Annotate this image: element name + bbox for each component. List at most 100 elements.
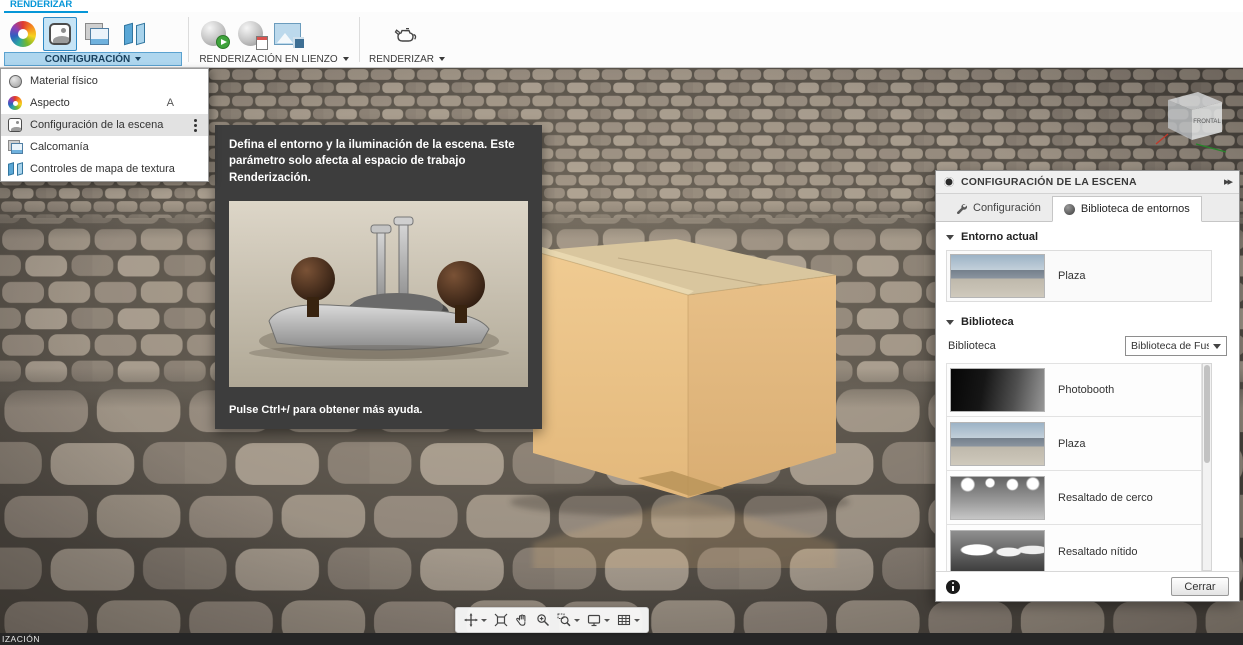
menu-item-configuracion-escena[interactable]: Configuración de la escena	[1, 114, 208, 136]
zoom-button[interactable]	[533, 609, 553, 631]
toolbar-divider	[359, 17, 360, 62]
capture-image-button[interactable]	[233, 17, 268, 51]
render-in-canvas-button[interactable]	[196, 17, 230, 51]
texture-map-icon	[123, 22, 145, 45]
section-entorno-actual[interactable]: Entorno actual	[936, 222, 1239, 248]
workspace-tab-bar: RENDERIZAR	[0, 0, 1243, 13]
tab-biblioteca-entornos[interactable]: Biblioteca de entornos	[1051, 196, 1202, 222]
panel-grip-icon	[944, 177, 954, 187]
collapse-arrow-icon	[946, 234, 954, 240]
orbit-button[interactable]	[461, 609, 490, 631]
panel-body: Entorno actual Plaza Biblioteca Bibliote…	[936, 222, 1239, 601]
current-environment-row[interactable]: Plaza	[946, 250, 1212, 302]
zoom-icon	[537, 614, 550, 627]
grid-icon	[617, 614, 631, 626]
expand-panel-icon[interactable]	[1224, 177, 1231, 188]
teapot-icon	[394, 27, 417, 42]
appearance-icon	[10, 20, 36, 47]
play-badge-icon	[215, 35, 230, 49]
environment-thumbnail	[950, 421, 1045, 466]
zoom-window-icon	[557, 613, 571, 627]
scene-settings-panel: CONFIGURACIÓN DE LA ESCENA Configuración…	[935, 170, 1240, 602]
bottom-panel-partial-label: IZACIÓN	[2, 634, 40, 644]
info-icon[interactable]	[946, 579, 960, 594]
chevron-down-icon	[439, 57, 445, 61]
grid-settings-button[interactable]	[614, 609, 643, 631]
decal-icon	[7, 140, 23, 154]
texture-map-controls-button[interactable]	[117, 17, 151, 51]
scene-settings-icon	[49, 22, 71, 45]
scrollbar-thumb[interactable]	[1204, 365, 1210, 463]
scene-settings-icon	[8, 118, 22, 132]
chevron-down-icon	[481, 618, 487, 622]
environment-item-photobooth[interactable]: Photobooth	[946, 363, 1202, 417]
toolbar-group-configuracion: CONFIGURACIÓN	[4, 12, 182, 67]
zoom-window-button[interactable]	[554, 609, 583, 631]
configuracion-group-label[interactable]: CONFIGURACIÓN	[4, 52, 182, 66]
menu-item-aspecto[interactable]: Aspecto A	[1, 92, 208, 114]
main-toolbar: CONFIGURACIÓN RENDERIZACIÓN EN LIENZO RE…	[0, 12, 1243, 68]
fit-button[interactable]	[491, 609, 511, 631]
save-image-icon	[273, 22, 304, 48]
scene-settings-button[interactable]	[43, 16, 77, 51]
decal-icon	[85, 22, 109, 45]
menu-item-calcomania[interactable]: Calcomanía	[1, 136, 208, 158]
panel-tab-bar: Configuración Biblioteca de entornos	[936, 194, 1239, 222]
environment-item-plaza[interactable]: Plaza	[946, 417, 1202, 471]
current-environment-thumbnail	[950, 254, 1045, 298]
close-button[interactable]: Cerrar	[1171, 577, 1229, 596]
panel-title: CONFIGURACIÓN DE LA ESCENA	[961, 176, 1137, 188]
texture-map-icon	[7, 162, 23, 176]
menu-item-material-fisico[interactable]: Material físico	[1, 70, 208, 92]
move-arrows-icon	[464, 613, 478, 627]
chevron-down-icon	[342, 57, 349, 61]
environment-list: Photobooth Plaza Resaltado de cerco Resa…	[946, 363, 1212, 571]
environment-item-resaltado-nitido[interactable]: Resaltado nítido	[946, 525, 1202, 571]
section-biblioteca[interactable]: Biblioteca	[936, 307, 1239, 333]
view-navigation-bar	[455, 607, 649, 633]
hand-plane-photo	[229, 200, 528, 387]
bottom-panel-strip[interactable]: IZACIÓN	[0, 633, 1243, 645]
tooltip-preview-image	[229, 200, 528, 387]
menu-item-controles-mapa-textura[interactable]: Controles de mapa de textura	[1, 158, 208, 180]
environment-thumbnail	[950, 529, 1045, 571]
tab-renderizar[interactable]: RENDERIZAR	[4, 0, 89, 13]
shortcut-label: A	[166, 97, 174, 109]
render-canvas-group-label[interactable]: RENDERIZACIÓN EN LIENZO	[194, 52, 354, 66]
environment-sphere-icon	[1063, 203, 1075, 215]
more-options-icon[interactable]	[194, 123, 197, 127]
chevron-down-icon	[634, 618, 640, 622]
pan-hand-icon	[516, 614, 526, 626]
viewcube-front-label: FRONTAL	[1193, 119, 1221, 125]
render-group-label[interactable]: RENDERIZAR	[364, 52, 450, 66]
chevron-down-icon	[135, 57, 142, 61]
capture-image-icon	[237, 21, 268, 50]
library-field-row: Biblioteca Biblioteca de Fus...	[936, 333, 1239, 363]
fusion-app-window: FRONTAL IZACIÓN RENDERIZAR CONFIGURACIÓN	[0, 0, 1243, 645]
tooltip-description: Defina el entorno y la iluminación de la…	[229, 139, 515, 184]
panel-header[interactable]: CONFIGURACIÓN DE LA ESCENA	[936, 171, 1239, 194]
environment-thumbnail	[950, 368, 1045, 412]
view-cube[interactable]: FRONTAL	[1152, 86, 1236, 164]
toolbar-group-render: RENDERIZAR	[364, 12, 450, 67]
environment-thumbnail	[950, 475, 1045, 520]
wrench-icon	[957, 204, 967, 214]
display-settings-icon	[587, 614, 601, 627]
environment-item-resaltado-cerco[interactable]: Resaltado de cerco	[946, 471, 1202, 525]
list-scrollbar[interactable]	[1202, 363, 1212, 571]
configuracion-dropdown-menu: Material físico Aspecto A Configuración …	[0, 68, 209, 182]
decal-button[interactable]	[80, 17, 114, 51]
save-image-button[interactable]	[270, 17, 304, 51]
tab-configuracion[interactable]: Configuración	[944, 195, 1052, 221]
report-badge-icon	[255, 36, 268, 50]
display-settings-button[interactable]	[584, 609, 613, 631]
render-in-canvas-icon	[200, 21, 230, 49]
collapse-arrow-icon	[946, 319, 954, 325]
chevron-down-icon	[604, 618, 610, 622]
chevron-down-icon	[574, 618, 580, 622]
pan-button[interactable]	[512, 609, 532, 631]
render-button[interactable]	[390, 17, 424, 51]
chevron-down-icon	[1213, 343, 1221, 349]
library-select[interactable]: Biblioteca de Fus...	[1125, 336, 1227, 356]
appearance-button[interactable]	[6, 17, 40, 51]
